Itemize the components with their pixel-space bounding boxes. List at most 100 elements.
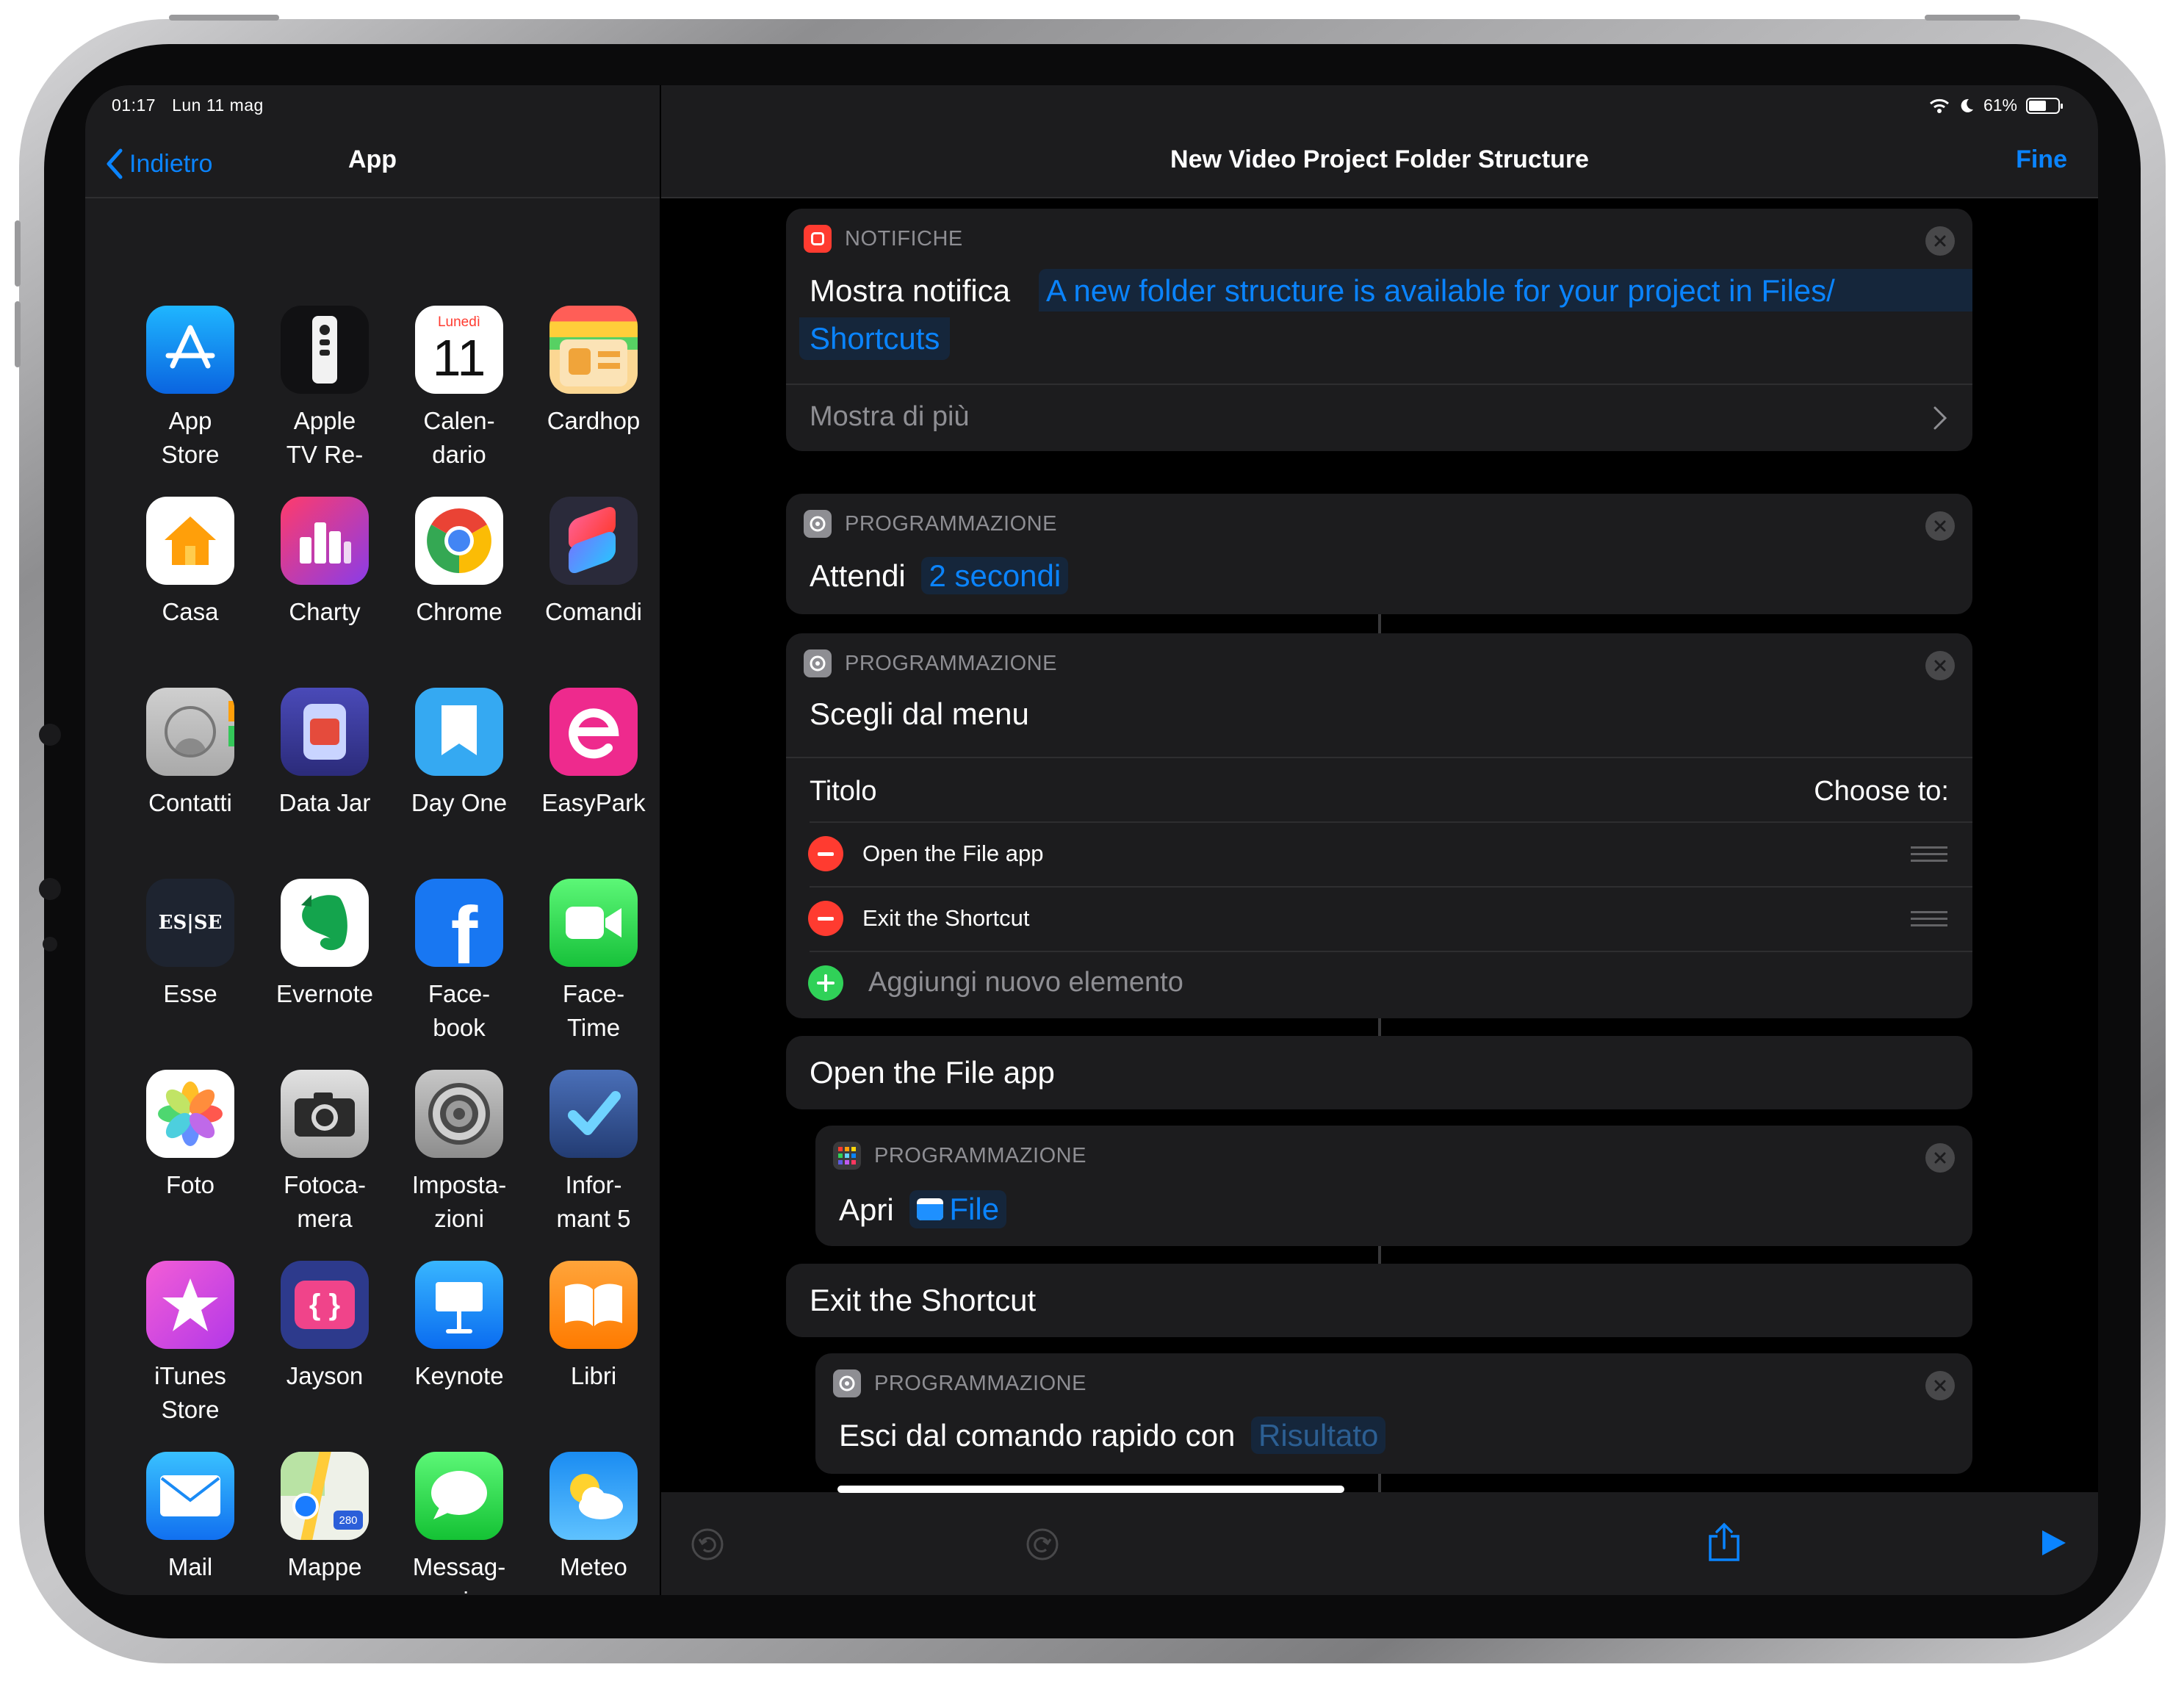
app-tile[interactable]: Evernote bbox=[259, 879, 391, 1011]
battery-icon bbox=[2026, 97, 2063, 114]
shortcuts-icon bbox=[549, 497, 638, 585]
app-tile[interactable]: iTunes Store bbox=[124, 1261, 256, 1427]
share-icon bbox=[1709, 1522, 1740, 1561]
app-label: Chrome bbox=[416, 598, 502, 625]
app-tile[interactable]: Chrome bbox=[393, 497, 525, 629]
app-tile[interactable]: Mail bbox=[124, 1452, 256, 1584]
informant-icon bbox=[549, 1070, 638, 1158]
contacts-icon bbox=[146, 688, 234, 776]
app-tile[interactable]: Contatti bbox=[124, 688, 256, 820]
remove-action-button[interactable] bbox=[1925, 651, 1955, 680]
app-tile[interactable]: Meteo bbox=[527, 1452, 660, 1584]
app-tile[interactable]: Fotoca- mera bbox=[259, 1070, 391, 1236]
drag-handle-icon[interactable] bbox=[1911, 842, 1947, 866]
itunes-store-icon bbox=[146, 1261, 234, 1349]
app-tile[interactable]: App Store bbox=[124, 306, 256, 472]
app-tile[interactable]: Casa bbox=[124, 497, 256, 629]
status-bar-right: 61% bbox=[1929, 96, 2063, 115]
weather-icon bbox=[549, 1452, 638, 1540]
app-tile[interactable]: { } Jayson bbox=[259, 1261, 391, 1393]
volume-down-button bbox=[15, 301, 21, 367]
add-item-button[interactable] bbox=[808, 965, 843, 1001]
remove-action-button[interactable] bbox=[1925, 226, 1955, 256]
gear-icon bbox=[804, 649, 832, 677]
close-icon bbox=[1934, 1380, 1946, 1392]
menu-item-label[interactable]: Exit the Shortcut bbox=[862, 905, 1029, 932]
plus-icon bbox=[817, 974, 835, 992]
app-tile[interactable]: Lunedì 11 Calen- dario bbox=[393, 306, 525, 472]
app-tile[interactable]: Data Jar bbox=[259, 688, 391, 820]
add-menu-item-row[interactable]: Aggiungi nuovo elemento bbox=[786, 951, 1972, 1017]
exit-shortcut-action[interactable]: PROGRAMMAZIONE Esci dal comando rapido c… bbox=[815, 1353, 1972, 1474]
choose-from-menu-action[interactable]: PROGRAMMAZIONE Scegli dal menu Titolo Ch… bbox=[786, 633, 1972, 1018]
app-tile[interactable]: Day One bbox=[393, 688, 525, 820]
menu-item-row[interactable]: Open the File app bbox=[786, 821, 1972, 886]
run-button[interactable] bbox=[2039, 1527, 2069, 1562]
app-tile[interactable]: 280 Mappe bbox=[259, 1452, 391, 1584]
redo-button[interactable] bbox=[1026, 1527, 1059, 1565]
app-tile[interactable]: Apple TV Re- bbox=[259, 306, 391, 472]
app-label: Face- Time bbox=[562, 980, 625, 1041]
app-tile[interactable]: Cardhop bbox=[527, 306, 660, 438]
app-tile[interactable]: Messag- gi bbox=[393, 1452, 525, 1595]
facetime-icon bbox=[549, 879, 638, 967]
app-label: Keynote bbox=[414, 1362, 504, 1389]
app-store-icon bbox=[146, 306, 234, 394]
calendar-icon: Lunedì 11 bbox=[415, 306, 503, 394]
app-label: Fotoca- mera bbox=[284, 1171, 366, 1232]
undo-button[interactable] bbox=[691, 1527, 724, 1565]
category-label: PROGRAMMAZIONE bbox=[845, 511, 1057, 536]
app-label: Mail bbox=[167, 1553, 213, 1580]
delete-item-button[interactable] bbox=[808, 836, 843, 871]
app-tile[interactable]: Charty bbox=[259, 497, 391, 629]
result-token[interactable]: Risultato bbox=[1251, 1417, 1386, 1454]
share-button[interactable] bbox=[1707, 1522, 1741, 1566]
remove-action-button[interactable] bbox=[1925, 1371, 1955, 1400]
calendar-date: 11 bbox=[432, 329, 486, 386]
app-tile[interactable]: Imposta- zioni bbox=[393, 1070, 525, 1236]
wait-action[interactable]: PROGRAMMAZIONE Attendi 2 secondi bbox=[786, 494, 1972, 614]
remove-action-button[interactable] bbox=[1925, 1143, 1955, 1173]
menu-title-value[interactable]: Choose to: bbox=[1814, 776, 1949, 807]
menu-item-label[interactable]: Open the File app bbox=[862, 840, 1043, 867]
notification-message-line1[interactable]: A new folder structure is available for … bbox=[1046, 273, 1835, 309]
app-grid-icon bbox=[833, 1142, 861, 1170]
action-name: Scegli dal menu bbox=[810, 696, 1029, 731]
show-more-label[interactable]: Mostra di più bbox=[810, 401, 970, 433]
drag-handle-icon[interactable] bbox=[1911, 907, 1947, 931]
app-tile[interactable]: f Face- book bbox=[393, 879, 525, 1045]
app-tile[interactable]: Keynote bbox=[393, 1261, 525, 1393]
settings-icon bbox=[415, 1070, 503, 1158]
redo-icon bbox=[1026, 1528, 1059, 1561]
app-picker-nav: Indietro App bbox=[85, 129, 660, 197]
app-label: Evernote bbox=[275, 980, 374, 1007]
app-token[interactable]: File bbox=[909, 1190, 1007, 1228]
app-tile[interactable]: Comandi bbox=[527, 497, 660, 629]
open-app-action[interactable]: PROGRAMMAZIONE Apri File bbox=[815, 1126, 1972, 1246]
app-tile[interactable]: EasyPark bbox=[527, 688, 660, 820]
show-notification-action[interactable]: NOTIFICHE Mostra notifica A new folder s… bbox=[786, 209, 1972, 451]
easypark-icon bbox=[549, 688, 638, 776]
remove-action-button[interactable] bbox=[1925, 511, 1955, 541]
app-label: Casa bbox=[162, 598, 219, 625]
shortcut-title: New Video Project Folder Structure bbox=[1170, 145, 1589, 173]
calendar-day: Lunedì bbox=[437, 314, 481, 330]
delete-item-button[interactable] bbox=[808, 901, 843, 936]
close-icon bbox=[1934, 520, 1946, 532]
notification-message-line2[interactable]: Shortcuts bbox=[799, 317, 951, 360]
wait-duration-token[interactable]: 2 secondi bbox=[921, 557, 1069, 594]
app-tile[interactable]: Foto bbox=[124, 1070, 256, 1202]
divider bbox=[786, 757, 1972, 758]
app-label: Calen- dario bbox=[423, 407, 495, 468]
add-item-label[interactable]: Aggiungi nuovo elemento bbox=[868, 967, 1183, 998]
app-tile[interactable]: ES|SE Esse bbox=[124, 879, 256, 1011]
app-tile[interactable]: Infor- mant 5 bbox=[527, 1070, 660, 1236]
done-button[interactable]: Fine bbox=[2016, 145, 2067, 174]
status-time: 01:17 bbox=[112, 96, 156, 115]
menu-item-row[interactable]: Exit the Shortcut bbox=[786, 886, 1972, 951]
minus-icon bbox=[818, 852, 834, 856]
app-tile[interactable]: Face- Time bbox=[527, 879, 660, 1045]
app-label: Apple TV Re- bbox=[286, 407, 364, 468]
app-label: Jayson bbox=[286, 1362, 364, 1389]
app-tile[interactable]: Libri bbox=[527, 1261, 660, 1393]
